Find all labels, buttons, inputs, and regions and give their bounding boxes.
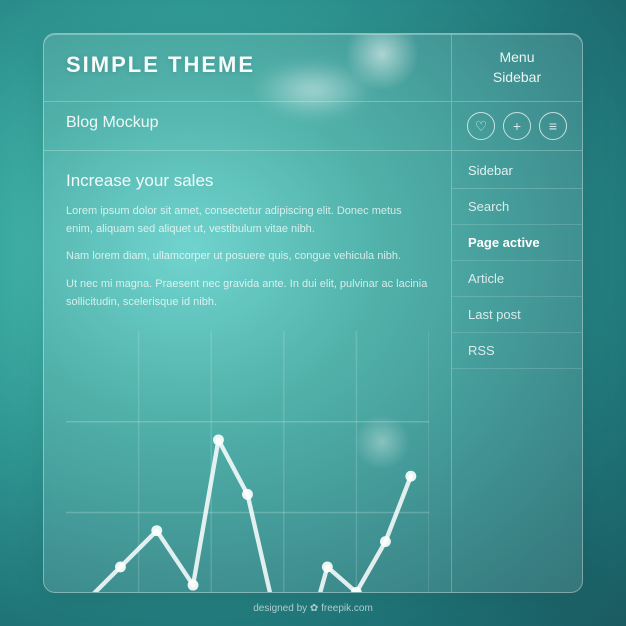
blog-icons-area: ♡ + ≡ (452, 102, 582, 150)
sidebar-item-last-post[interactable]: Last post (452, 297, 582, 333)
blog-title: Blog Mockup (66, 114, 429, 132)
sidebar-item-search[interactable]: Search (452, 189, 582, 225)
paragraph-3: Ut nec mi magna. Praesent nec gravida an… (66, 276, 429, 311)
site-title: SIMPLE THEME (66, 52, 429, 78)
sidebar-item-page-active[interactable]: Page active (452, 225, 582, 261)
plus-icon[interactable]: + (503, 112, 531, 140)
heart-icon[interactable]: ♡ (467, 112, 495, 140)
content-row: Increase your sales Lorem ipsum dolor si… (44, 151, 582, 592)
header-menu-area: Menu Sidebar (452, 34, 582, 101)
menu-sidebar-label[interactable]: Menu Sidebar (493, 48, 541, 87)
main-content: Increase your sales Lorem ipsum dolor si… (44, 151, 452, 592)
sidebar: Sidebar Search Page active Article Last … (452, 151, 582, 592)
article-heading: Increase your sales (66, 171, 429, 191)
header-title-area: SIMPLE THEME (44, 34, 452, 101)
page-wrapper: SIMPLE THEME Menu Sidebar Blog Mockup ♡ … (43, 33, 583, 593)
chart-area (66, 331, 429, 572)
line-chart (66, 331, 429, 593)
paragraph-2: Nam lorem diam, ullamcorper ut posuere q… (66, 248, 429, 266)
sidebar-item-article[interactable]: Article (452, 261, 582, 297)
menu-icon[interactable]: ≡ (539, 112, 567, 140)
freepik-footer: designed by ✿ freepik.com (43, 603, 583, 614)
sidebar-header: Sidebar (452, 151, 582, 189)
sidebar-item-rss[interactable]: RSS (452, 333, 582, 369)
blog-row: Blog Mockup ♡ + ≡ (44, 102, 582, 151)
header-row: SIMPLE THEME Menu Sidebar (44, 34, 582, 102)
paragraph-1: Lorem ipsum dolor sit amet, consectetur … (66, 203, 429, 238)
blog-title-area: Blog Mockup (44, 102, 452, 150)
glass-container: SIMPLE THEME Menu Sidebar Blog Mockup ♡ … (43, 33, 583, 593)
